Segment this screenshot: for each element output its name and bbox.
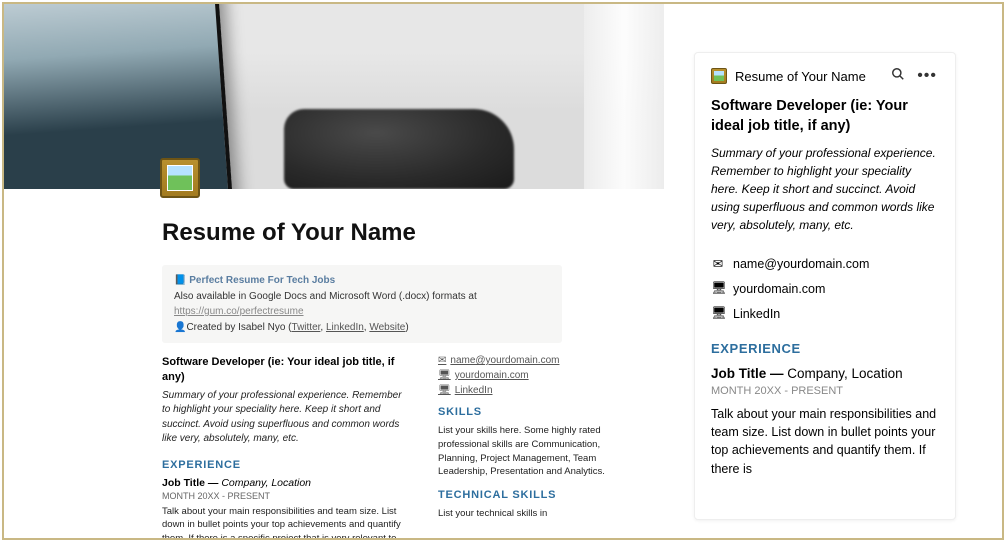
info-link[interactable]: https://gum.co/perfectresume <box>174 306 304 317</box>
mobile-preview: Resume of Your Name ••• Software Develop… <box>694 52 956 520</box>
more-icon[interactable]: ••• <box>915 68 939 84</box>
page-icon[interactable] <box>160 158 200 198</box>
search-icon[interactable] <box>889 67 907 85</box>
job-date: MONTH 20XX - PRESENT <box>711 385 939 397</box>
section-experience: EXPERIENCE <box>711 341 939 356</box>
page-title: Resume of Your Name <box>162 219 664 247</box>
web-icon: 🖥 <box>711 281 725 296</box>
linkedin-link[interactable]: LinkedIn <box>326 322 364 333</box>
email-icon: ✉ <box>438 355 446 366</box>
contact-linkedin[interactable]: 🖥 LinkedIn <box>711 306 939 321</box>
job-line: Job Title — Company, Location <box>711 366 939 381</box>
email-icon: ✉ <box>711 256 725 271</box>
ideal-job-title: Software Developer (ie: Your ideal job t… <box>711 97 939 136</box>
info-created: Created by Isabel Nyo ( <box>186 322 291 333</box>
info-line1: Perfect Resume For Tech Jobs <box>189 275 335 286</box>
job-body: Talk about your main responsibilities an… <box>162 505 412 538</box>
section-experience: EXPERIENCE <box>162 459 412 471</box>
job-date: MONTH 20XX - PRESENT <box>162 491 412 501</box>
info-card: 📘 Perfect Resume For Tech Jobs Also avai… <box>162 265 562 343</box>
linkedin-icon: 🖥 <box>711 306 725 321</box>
contact-email[interactable]: ✉ name@yourdomain.com <box>711 256 939 271</box>
desktop-preview: Resume of Your Name 📘 Perfect Resume For… <box>4 4 664 538</box>
page-title: Resume of Your Name <box>735 69 881 84</box>
website-link[interactable]: Website <box>369 322 405 333</box>
section-skills: SKILLS <box>438 406 618 418</box>
summary-text: Summary of your professional experience.… <box>711 144 939 234</box>
linkedin-icon: 🖥 <box>438 385 451 396</box>
web-icon: 🖥 <box>438 370 451 381</box>
summary-text: Summary of your professional experience.… <box>162 389 412 447</box>
ideal-job-title: Software Developer (ie: Your ideal job t… <box>162 355 412 385</box>
contact-web[interactable]: 🖥 yourdomain.com <box>711 281 939 296</box>
job-line: Job Title — Company, Location <box>162 477 412 489</box>
contact-linkedin[interactable]: 🖥 LinkedIn <box>438 385 618 396</box>
cover-image <box>4 4 664 189</box>
page-icon[interactable] <box>711 68 727 84</box>
skills-body: List your skills here. Some highly rated… <box>438 424 618 479</box>
contact-email[interactable]: ✉ name@yourdomain.com <box>438 355 618 366</box>
twitter-link[interactable]: Twitter <box>292 322 321 333</box>
section-tech-skills: TECHNICAL SKILLS <box>438 489 618 501</box>
contact-web[interactable]: 🖥 yourdomain.com <box>438 370 618 381</box>
tech-body: List your technical skills in <box>438 507 618 521</box>
job-body: Talk about your main responsibilities an… <box>711 405 939 478</box>
info-line2a: Also available in Google Docs and Micros… <box>174 289 550 305</box>
